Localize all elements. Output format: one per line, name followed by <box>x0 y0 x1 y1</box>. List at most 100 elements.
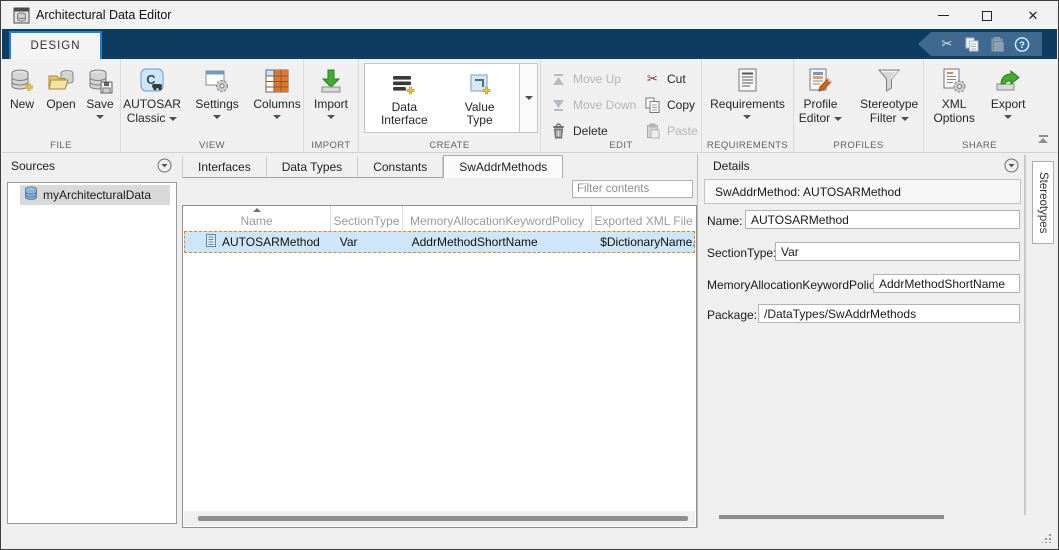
name-field-label: Name: <box>707 214 742 228</box>
new-database-icon <box>8 65 36 97</box>
cut-icon: ✂ <box>644 71 661 88</box>
data-interface-label-2: Interface <box>381 114 428 127</box>
new-button[interactable]: New <box>5 63 39 113</box>
group-view-label: VIEW <box>121 140 303 151</box>
package-field-label: Package: <box>707 308 757 322</box>
svg-text:?: ? <box>1019 38 1025 49</box>
minimize-button[interactable] <box>926 2 960 29</box>
profile-editor-label-2: Editor <box>799 111 842 125</box>
ribbon-tab-band: DESIGN ✂ ? <box>2 29 1057 59</box>
data-interface-button[interactable]: Data Interface <box>368 69 440 127</box>
settings-button[interactable]: Settings <box>193 63 241 121</box>
create-gallery: Data Interface Value <box>364 63 520 133</box>
group-share-label: SHARE <box>924 140 1035 151</box>
group-profiles-label: PROFILES <box>794 140 923 151</box>
export-label: Export <box>991 97 1026 111</box>
autosar-label-2: Classic <box>127 111 178 125</box>
import-dropdown-icon <box>327 115 335 119</box>
settings-dropdown-icon <box>213 115 221 119</box>
group-edit-label: EDIT <box>541 140 701 151</box>
tab-design[interactable]: DESIGN <box>9 31 102 59</box>
group-create: Data Interface Value <box>359 59 541 152</box>
value-type-button[interactable]: Value Type <box>444 69 516 127</box>
help-icon[interactable]: ? <box>1014 36 1030 52</box>
table-horizontal-scrollbar[interactable] <box>184 511 695 526</box>
autosar-label-1: AUTOSAR <box>123 97 181 111</box>
sectiontype-field-label: SectionType: <box>707 246 776 260</box>
open-button[interactable]: Open <box>43 63 79 113</box>
tab-stereotypes[interactable]: Stereotypes <box>1032 161 1054 244</box>
profile-editor-button[interactable]: Profile Editor <box>796 63 845 127</box>
tab-constants[interactable]: Constants <box>358 157 443 178</box>
group-import-label: IMPORT <box>304 140 358 151</box>
swaddrmethods-table: Name SectionType MemoryAllocationKeyword… <box>182 205 697 528</box>
move-up-button: Move Up <box>548 66 642 92</box>
move-down-icon <box>550 97 567 114</box>
import-button[interactable]: Import <box>311 63 351 121</box>
details-panel-divider <box>697 154 698 528</box>
memoryallocationkeywordpolicy-field-input[interactable] <box>873 274 1020 293</box>
details-horizontal-scrollbar[interactable] <box>719 515 944 519</box>
group-create-label: CREATE <box>359 140 540 151</box>
xml-options-label-2: Options <box>933 111 974 125</box>
requirements-icon <box>735 65 759 97</box>
cell-name: AUTOSARMethod <box>222 235 320 249</box>
xml-options-label-1: XML <box>942 97 967 111</box>
columns-button[interactable]: Columns <box>251 63 303 121</box>
stereotype-filter-button[interactable]: Stereotype Filter <box>857 63 921 127</box>
autosar-dropdown-icon <box>169 117 177 121</box>
maximize-button[interactable] <box>970 2 1004 29</box>
create-gallery-dropdown[interactable] <box>520 63 538 133</box>
window-resize-grip[interactable] <box>1042 534 1051 543</box>
qat-cut-icon[interactable]: ✂ <box>939 36 955 52</box>
column-header-sectiontype[interactable]: SectionType <box>331 206 403 231</box>
name-field-input[interactable] <box>745 210 1020 229</box>
collapse-ribbon-button[interactable] <box>1035 135 1051 148</box>
group-requirements-label: REQUIREMENTS <box>702 140 793 151</box>
columns-icon <box>264 65 290 97</box>
export-button[interactable]: Export <box>988 63 1029 121</box>
paste-icon <box>644 123 661 140</box>
requirements-label: Requirements <box>710 97 785 111</box>
stereotype-filter-dropdown-icon <box>901 117 909 121</box>
sectiontype-field-input[interactable] <box>775 242 1020 261</box>
quick-access-toolbar: ✂ ? <box>918 32 1042 56</box>
method-row-icon <box>206 234 216 250</box>
autosar-classic-icon: C <box>138 65 166 97</box>
profile-editor-icon <box>806 65 834 97</box>
table-scrollbar-thumb[interactable] <box>198 516 688 521</box>
table-row[interactable]: AUTOSARMethod Var AddrMethodShortName $D… <box>184 231 695 253</box>
open-folder-icon <box>46 65 76 97</box>
requirements-button[interactable]: Requirements <box>707 63 788 121</box>
column-header-exportedxmlfile[interactable]: Exported XML File <box>592 206 695 231</box>
group-edit: Move Up ✂ Cut Move Down Cop <box>541 59 702 152</box>
filter-contents-input[interactable] <box>572 180 693 198</box>
copy-button[interactable]: Copy <box>642 92 702 118</box>
data-interface-icon <box>391 69 417 101</box>
tab-swaddrmethods[interactable]: SwAddrMethods <box>443 155 563 178</box>
open-label: Open <box>46 97 75 111</box>
cell-exportedxmlfile: $DictionaryName.. <box>592 235 695 249</box>
column-header-name[interactable]: Name <box>183 206 331 231</box>
columns-label: Columns <box>253 97 300 111</box>
close-button[interactable]: ✕ <box>1016 2 1050 29</box>
copy-icon <box>644 97 661 114</box>
details-collapse-icon[interactable] <box>1004 158 1019 173</box>
tab-data-types[interactable]: Data Types <box>267 157 358 178</box>
profile-editor-dropdown-icon <box>834 117 842 121</box>
column-header-memoryallocationkeywordpolicy[interactable]: MemoryAllocationKeywordPolicy <box>403 206 592 231</box>
xml-options-button[interactable]: XML Options <box>930 63 977 127</box>
qat-copy-icon[interactable] <box>964 36 980 52</box>
cut-button[interactable]: ✂ Cut <box>642 66 702 92</box>
delete-trash-icon <box>550 123 567 140</box>
sources-collapse-icon[interactable] <box>157 158 172 173</box>
group-view: C AUTOSAR Classic <box>121 59 304 152</box>
package-field-input[interactable] <box>758 304 1020 323</box>
save-button[interactable]: Save <box>83 63 117 121</box>
tab-interfaces[interactable]: Interfaces <box>182 157 267 178</box>
details-right-border <box>1024 155 1026 515</box>
sources-panel-title: Sources <box>11 159 55 173</box>
source-item-myarchitecturaldata[interactable]: myArchitecturalData <box>20 185 170 205</box>
autosar-classic-button[interactable]: C AUTOSAR Classic <box>121 63 183 127</box>
move-up-icon <box>550 71 567 88</box>
